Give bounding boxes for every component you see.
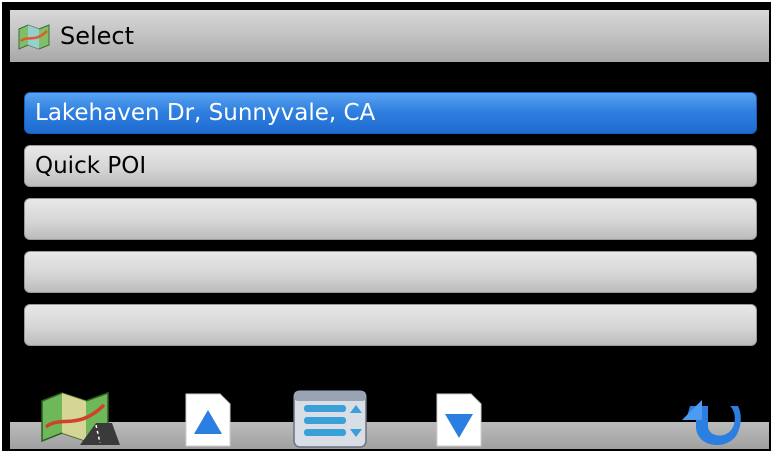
scroll-up-button[interactable] bbox=[184, 392, 232, 448]
page-title: Select bbox=[60, 22, 135, 50]
arrow-down-icon bbox=[436, 393, 482, 447]
map-route-icon bbox=[41, 391, 120, 445]
map-button[interactable] bbox=[38, 387, 122, 447]
map-icon bbox=[14, 16, 54, 56]
list-icon bbox=[293, 390, 367, 448]
app-window: Select Lakehaven Dr, Sunnyvale, CA Quick… bbox=[2, 2, 771, 451]
list-item[interactable] bbox=[24, 251, 757, 293]
scroll-down-button[interactable] bbox=[435, 392, 483, 448]
toolbar bbox=[10, 422, 769, 449]
list-item[interactable] bbox=[24, 198, 757, 240]
list-item-label: Lakehaven Dr, Sunnyvale, CA bbox=[35, 100, 376, 126]
list-item[interactable]: Lakehaven Dr, Sunnyvale, CA bbox=[24, 92, 757, 134]
list-view-button[interactable] bbox=[290, 387, 370, 449]
list-item[interactable]: Quick POI bbox=[24, 145, 757, 187]
list-item-label: Quick POI bbox=[35, 153, 147, 179]
return-arrow-icon bbox=[682, 400, 741, 446]
back-button[interactable] bbox=[680, 392, 742, 449]
title-bar: Select bbox=[10, 10, 769, 62]
list-item[interactable] bbox=[24, 304, 757, 346]
arrow-up-icon bbox=[185, 393, 231, 447]
